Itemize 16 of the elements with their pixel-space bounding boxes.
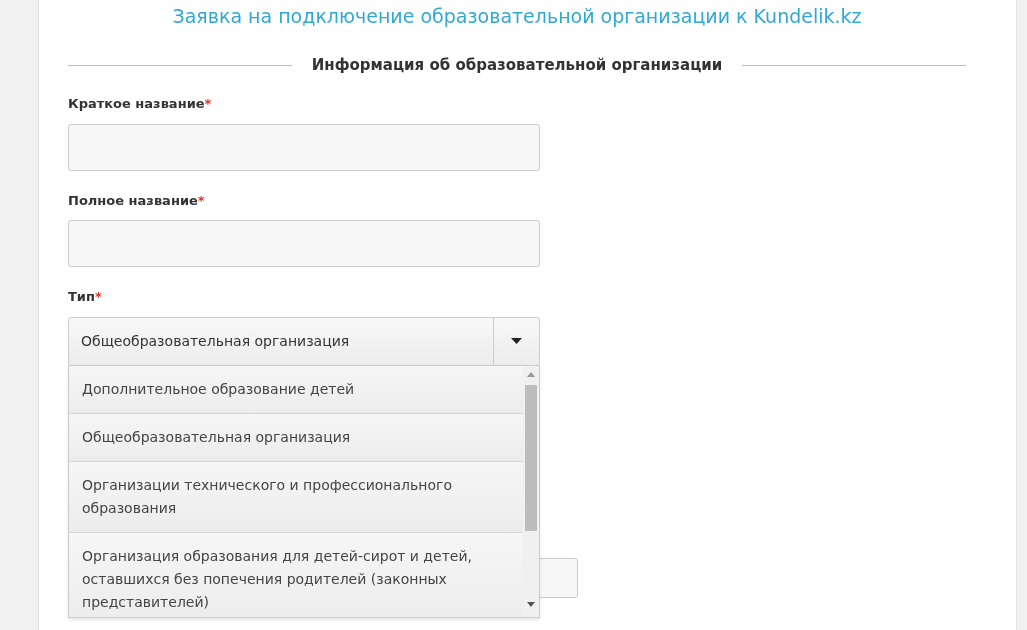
dropdown-option[interactable]: Дополнительное образование детей	[69, 365, 523, 414]
dropdown-option[interactable]: Организации технического и профессионального образования	[69, 461, 523, 533]
scroll-down-arrow-icon[interactable]	[527, 601, 535, 607]
page-title: Заявка на подключение образовательной организации к Kundelik.kz	[171, 4, 863, 28]
input-field[interactable]	[68, 123, 540, 171]
input-field[interactable]	[68, 220, 540, 268]
select-field[interactable]: Общеобразовательная организация	[68, 316, 540, 366]
caret-icon	[511, 338, 522, 345]
field-label: Полное название*	[68, 191, 206, 210]
dropdown-option[interactable]: Общеобразовательная организация	[69, 413, 523, 462]
section-heading: Информация об образовательной организации	[311, 54, 723, 76]
field-label: Тип*	[68, 288, 103, 307]
scroll-up-arrow-icon[interactable]	[527, 371, 535, 377]
dropdown-option[interactable]: Организация образования для детей-сирот и детей, оставшихся без попечения родителей (законных представителей)	[69, 532, 523, 617]
field-label: Краткое название*	[68, 95, 213, 114]
scrollbar[interactable]	[523, 365, 539, 617]
